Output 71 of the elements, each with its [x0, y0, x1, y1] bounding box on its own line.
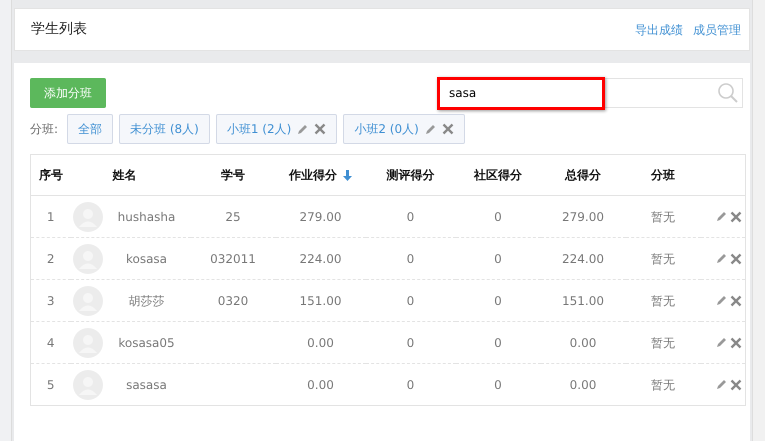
table-cell: 5: [46, 378, 55, 392]
table-cell: 0320: [218, 294, 248, 308]
table-cell: 0.00: [307, 336, 334, 350]
column-header: 社区得分: [474, 167, 522, 184]
pencil-icon[interactable]: [716, 253, 727, 264]
column-header: 作业得分: [289, 167, 337, 184]
header-link[interactable]: 成员管理: [693, 22, 741, 36]
table-cell: 0: [494, 252, 502, 266]
table-cell: 1: [46, 210, 55, 224]
close-icon[interactable]: [730, 210, 742, 222]
close-icon[interactable]: [730, 294, 742, 306]
column-header: 序号: [38, 167, 63, 184]
column-header: 学号: [221, 167, 245, 184]
student-name: hushasha: [118, 210, 176, 224]
table-cell: 0: [494, 378, 502, 392]
table-cell: 3: [46, 294, 55, 308]
student-name: 胡莎莎: [128, 294, 164, 308]
student-name: kosasa: [126, 252, 168, 266]
close-icon[interactable]: [730, 252, 742, 264]
search-icon[interactable]: [717, 82, 739, 104]
table-cell: 279.00: [562, 210, 604, 224]
table-cell: 0: [406, 336, 414, 350]
table-cell: 0: [494, 210, 502, 224]
group-chip[interactable]: 未分班 (8人): [119, 114, 210, 144]
group-chip[interactable]: 小班1 (2人): [216, 114, 338, 144]
student-name: kosasa05: [118, 336, 175, 350]
table-cell: 151.00: [562, 294, 604, 308]
table-cell: 2: [46, 252, 55, 266]
column-header: 测评得分: [386, 167, 434, 184]
table-cell: 暂无: [651, 378, 675, 392]
table-cell: 0: [494, 294, 502, 308]
pencil-icon[interactable]: [424, 124, 436, 134]
table-cell: 0.00: [570, 378, 596, 392]
column-header: 总得分: [565, 167, 601, 184]
table-cell: 0: [406, 378, 414, 392]
table-cell: 暂无: [651, 336, 675, 350]
table-cell: 0.00: [307, 378, 334, 392]
page-title: 学生列表: [31, 20, 87, 39]
close-icon[interactable]: [314, 123, 326, 135]
table-cell: 0.00: [570, 336, 596, 350]
table-cell: 0: [494, 336, 502, 350]
close-icon[interactable]: [442, 123, 454, 135]
table-cell: 0: [406, 210, 414, 224]
filter-label: 分班:: [30, 121, 58, 138]
table-cell: 0: [406, 252, 414, 266]
pencil-icon[interactable]: [716, 337, 727, 348]
student-name: sasasa: [126, 378, 167, 392]
close-icon[interactable]: [730, 336, 742, 348]
column-header: 分班: [651, 167, 675, 184]
table-cell: 暂无: [651, 294, 675, 308]
table-cell: 25: [225, 210, 241, 224]
sort-down-icon[interactable]: [343, 170, 352, 180]
column-header: 姓名: [112, 167, 136, 184]
table-cell: 224.00: [562, 252, 604, 266]
pencil-icon[interactable]: [716, 211, 727, 222]
table-cell: 279.00: [300, 210, 342, 224]
pencil-icon[interactable]: [297, 124, 308, 134]
table-cell: 0: [406, 294, 414, 308]
table-cell: 032011: [210, 252, 256, 266]
table-cell: 暂无: [651, 210, 675, 224]
table-cell: 4: [46, 336, 55, 350]
header-link[interactable]: 导出成绩: [635, 22, 683, 36]
add-group-button[interactable]: 添加分班: [30, 78, 106, 108]
pencil-icon[interactable]: [716, 379, 727, 390]
group-chip[interactable]: 小班2 (0人): [343, 114, 465, 144]
table-cell: 暂无: [651, 252, 675, 266]
group-chip[interactable]: 全部: [67, 114, 114, 144]
pencil-icon[interactable]: [716, 295, 727, 306]
table-cell: 224.00: [300, 252, 342, 266]
close-icon[interactable]: [730, 378, 742, 390]
table-cell: 151.00: [300, 294, 342, 308]
